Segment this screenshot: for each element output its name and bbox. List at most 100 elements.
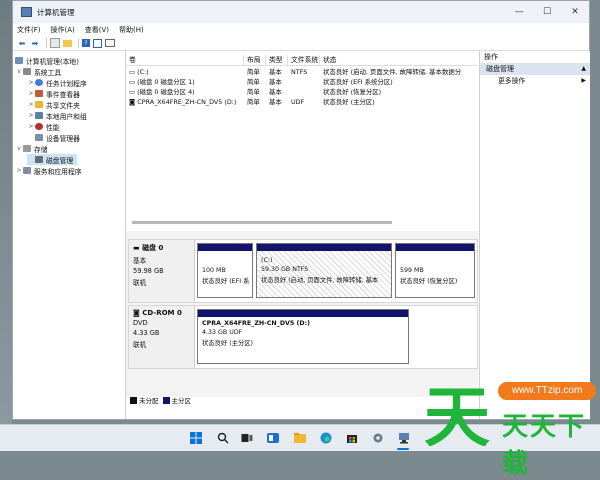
horizontal-scrollbar[interactable] <box>132 221 392 224</box>
chevron-right-icon[interactable]: > <box>27 101 35 108</box>
volume-drive-icon: ▭ <box>129 88 138 96</box>
table-row[interactable]: ▭ (磁盘 0 磁盘分区 1) 简单 基本 状态良好 (EFI 系统分区) <box>126 77 478 87</box>
tree-item-performance[interactable]: > 性能 <box>27 121 60 132</box>
volume-filesystem: UDF <box>291 98 305 106</box>
partition-size: 599 MB <box>400 267 424 274</box>
column-header-status[interactable]: 状态 <box>320 55 478 65</box>
volume-type: 基本 <box>269 78 282 86</box>
tree-item-task-scheduler[interactable]: > 任务计划程序 <box>27 77 87 88</box>
event-log-icon <box>35 90 43 97</box>
cdrom-0-row[interactable]: ◙ CD-ROM 0 DVD 4.33 GB 联机 CPRA_X64FRE_ZH… <box>128 305 478 369</box>
users-icon <box>35 112 43 119</box>
menu-view[interactable]: 查看(V) <box>85 25 109 35</box>
tree-label: 系统工具 <box>34 68 62 77</box>
volume-layout: 简单 <box>247 88 260 96</box>
chevron-down-icon[interactable]: v <box>15 68 23 75</box>
chevron-right-icon[interactable]: > <box>15 167 23 174</box>
cdrom-size: 4.33 GB <box>133 329 160 337</box>
volume-layout: 简单 <box>247 68 260 76</box>
table-row[interactable]: ▭ (磁盘 0 磁盘分区 4) 简单 基本 状态良好 (恢复分区) <box>126 87 478 97</box>
search-icon[interactable] <box>216 431 230 445</box>
menu-bar: 文件(F) 操作(A) 查看(V) 帮助(H) <box>13 23 589 36</box>
partition-size: 100 MB <box>202 267 226 274</box>
volume-drive-icon: ▭ <box>129 68 138 76</box>
tree-item-event-viewer[interactable]: > 事件查看器 <box>27 88 80 99</box>
more-actions-item[interactable]: 更多操作 ▶ <box>480 75 590 87</box>
actions-header: 操作 <box>484 53 498 61</box>
tree-label: 性能 <box>46 123 60 132</box>
tree-item-services-apps[interactable]: > 服务和应用程序 <box>15 165 82 176</box>
clock-icon <box>35 79 43 86</box>
column-header-layout[interactable]: 布局 <box>244 55 266 65</box>
maximize-button[interactable]: ☐ <box>533 1 561 23</box>
partition-d[interactable]: CPRA_X64FRE_ZH-CN_DV5 (D:) 4.33 GB UDF 状… <box>197 309 409 364</box>
cdrom-0-label[interactable]: ◙ CD-ROM 0 DVD 4.33 GB 联机 <box>129 306 195 368</box>
disk-title: 磁盘 0 <box>142 244 164 252</box>
tree-item-storage[interactable]: v 存储 <box>15 143 48 154</box>
tree-item-local-users[interactable]: > 本地用户和组 <box>27 110 87 121</box>
back-arrow-icon[interactable]: ⬅ <box>17 38 27 48</box>
chevron-down-icon[interactable]: v <box>15 145 23 152</box>
tree-item-system-tools[interactable]: v 系统工具 <box>15 66 61 77</box>
volume-name-cell: ▭ (C:) <box>126 67 244 77</box>
legend-unallocated: 未分配 <box>139 397 159 405</box>
chevron-right-icon[interactable]: > <box>27 79 35 86</box>
title-bar[interactable]: 计算机管理 — ☐ ✕ <box>13 1 589 23</box>
edge-icon[interactable] <box>319 431 333 445</box>
widgets-icon[interactable] <box>266 431 280 445</box>
disk-graphical-view: ▬ 磁盘 0 基本 59.98 GB 联机 100 MB 状态良好 (EFI 系… <box>126 231 478 397</box>
chevron-right-icon[interactable]: > <box>27 123 35 130</box>
menu-help[interactable]: 帮助(H) <box>119 25 144 35</box>
disk-0-label[interactable]: ▬ 磁盘 0 基本 59.98 GB 联机 <box>129 240 195 302</box>
task-view-icon[interactable] <box>240 431 254 445</box>
folder-up-icon[interactable] <box>63 39 72 47</box>
tree-item-device-manager[interactable]: 设备管理器 <box>35 132 80 143</box>
services-icon <box>23 167 31 174</box>
partition-c[interactable]: (C:) 59.30 GB NTFS 状态良好 (启动, 页面文件, 故障转储,… <box>256 243 392 298</box>
settings-icon[interactable] <box>371 431 385 445</box>
help-icon[interactable]: ? <box>82 39 90 47</box>
watermark-text: 天天下载 <box>502 412 587 479</box>
file-explorer-icon[interactable] <box>293 431 307 445</box>
windows-start-icon[interactable] <box>189 431 203 445</box>
computer-management-icon[interactable] <box>397 431 411 445</box>
properties-icon[interactable] <box>93 38 102 48</box>
tree-label: 共享文件夹 <box>46 101 80 110</box>
chevron-right-icon[interactable]: > <box>27 112 35 119</box>
collapse-up-icon[interactable]: ▲ <box>581 63 586 75</box>
show-hide-icon[interactable] <box>105 39 115 47</box>
console-tree-icon[interactable] <box>50 38 60 48</box>
close-button[interactable]: ✕ <box>561 1 589 23</box>
chevron-right-icon[interactable]: > <box>27 90 35 97</box>
unallocated-swatch <box>130 396 137 404</box>
toolbar: ⬅ ➡ ? <box>13 36 589 51</box>
column-header-type[interactable]: 类型 <box>266 55 288 65</box>
tree-label: 服务和应用程序 <box>34 167 82 176</box>
store-icon[interactable] <box>345 431 359 445</box>
volume-filesystem <box>288 77 320 87</box>
partition-name: CPRA_X64FRE_ZH-CN_DV5 (D:) <box>202 320 310 327</box>
minimize-button[interactable]: — <box>505 1 533 23</box>
computer-management-app-icon <box>21 7 32 17</box>
navigation-tree: 计算机管理(本地) v 系统工具 > 任务计划程序 > 事件查看器 > 共享文件… <box>13 51 126 419</box>
partition-efi[interactable]: 100 MB 状态良好 (EFI 系 <box>197 243 253 298</box>
computer-icon <box>15 57 23 64</box>
disk-0-row[interactable]: ▬ 磁盘 0 基本 59.98 GB 联机 100 MB 状态良好 (EFI 系… <box>128 239 478 303</box>
partition-recovery[interactable]: 599 MB 状态良好 (恢复分区) <box>395 243 475 298</box>
volume-status: 状态良好 (恢复分区) <box>323 88 382 96</box>
tree-label: 计算机管理(本地) <box>26 57 79 66</box>
menu-action[interactable]: 操作(A) <box>51 25 75 35</box>
table-row[interactable]: ◙ CPRA_X64FRE_ZH-CN_DV5 (D:) 简单 基本 UDF 状… <box>126 97 478 107</box>
table-row[interactable]: ▭ (C:) 简单 基本 NTFS 状态良好 (启动, 页面文件, 故障转储, … <box>126 67 478 77</box>
menu-file[interactable]: 文件(F) <box>17 25 41 35</box>
forward-arrow-icon[interactable]: ➡ <box>30 38 40 48</box>
tree-item-shared-folders[interactable]: > 共享文件夹 <box>27 99 80 110</box>
cdrom-status: 联机 <box>133 341 147 349</box>
volume-filesystem <box>288 87 320 97</box>
column-header-volume[interactable]: 卷 <box>126 55 244 65</box>
tree-item-disk-management[interactable]: 磁盘管理 <box>27 154 78 165</box>
tree-item-root[interactable]: 计算机管理(本地) <box>15 55 79 66</box>
column-header-filesystem[interactable]: 文件系统 <box>288 55 320 65</box>
primary-partition-bar <box>257 244 391 251</box>
actions-section-disk-management[interactable]: 磁盘管理 ▲ <box>480 63 590 75</box>
